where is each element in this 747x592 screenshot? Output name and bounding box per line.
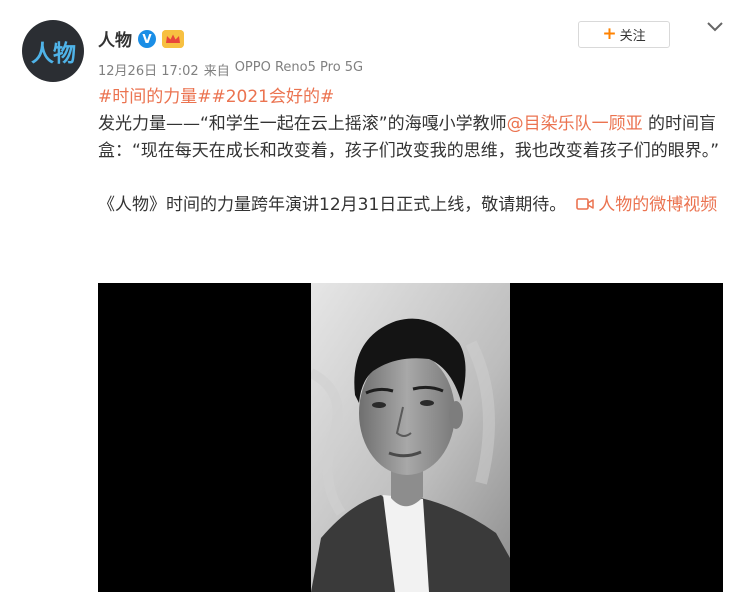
source-prefix: 来自 — [203, 64, 230, 79]
follow-label: 关注 — [619, 29, 646, 44]
verified-icon: V — [138, 29, 156, 48]
post-body: #时间的力量##2021会好的# 发光力量——“和学生一起在云上摇滚”的海嘎小学… — [98, 84, 728, 219]
avatar[interactable]: 人物 — [22, 20, 84, 82]
plus-icon: + — [602, 24, 617, 44]
post-text-line2: 《人物》时间的力量跨年演讲12月31日正式上线，敬请期待。 — [98, 195, 567, 215]
member-crown-icon[interactable] — [162, 29, 184, 48]
post-date[interactable]: 12月26日 17:02 — [98, 60, 199, 79]
author-row: 人物 V — [98, 26, 184, 51]
video-link[interactable]: 人物的微博视频 — [598, 195, 717, 215]
mention-link[interactable]: @目染乐队一顾亚 — [507, 114, 643, 134]
hashtag-link[interactable]: #时间的力量##2021会好的# — [98, 84, 728, 111]
post-meta: 12月26日 17:02 来自 OPPO Reno5 Pro 5G — [98, 60, 363, 79]
video-player[interactable] — [98, 283, 723, 592]
portrait-photo — [311, 283, 510, 592]
author-name[interactable]: 人物 — [98, 26, 132, 51]
video-camera-icon — [576, 198, 595, 210]
crown-graphic — [162, 29, 184, 48]
avatar-logo: 人物 — [31, 41, 76, 67]
chevron-down-icon[interactable] — [706, 20, 724, 34]
post-source[interactable]: OPPO Reno5 Pro 5G — [235, 60, 363, 79]
post-paragraph-2: 《人物》时间的力量跨年演讲12月31日正式上线，敬请期待。 人物的微博视频 — [98, 192, 728, 219]
post-text-prefix: 发光力量——“和学生一起在云上摇滚”的海嘎小学教师 — [98, 114, 507, 134]
follow-button[interactable]: + 关注 — [578, 21, 670, 48]
post-paragraph: 发光力量——“和学生一起在云上摇滚”的海嘎小学教师@目染乐队一顾亚 的时间盲盒：… — [98, 111, 728, 165]
